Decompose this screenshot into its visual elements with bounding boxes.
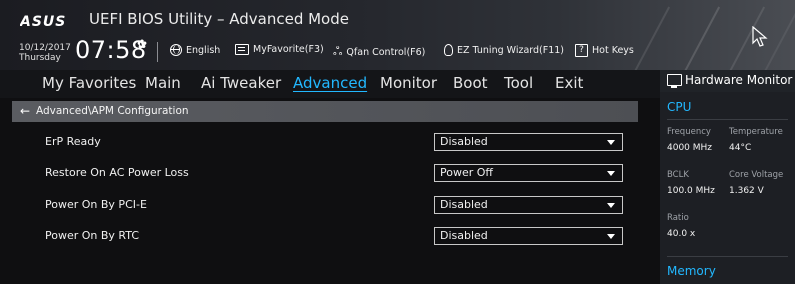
my-favorite-button[interactable]: MyFavorite(F3) bbox=[235, 44, 324, 55]
divider bbox=[667, 119, 788, 120]
my-favorite-label: MyFavorite(F3) bbox=[253, 44, 324, 55]
back-arrow-icon[interactable]: ← bbox=[20, 101, 30, 122]
tab-boot[interactable]: Boot bbox=[453, 74, 488, 92]
core-voltage-label: Core Voltage bbox=[729, 170, 784, 180]
my-favorite-icon bbox=[235, 44, 249, 55]
breadcrumb[interactable]: ← Advanced\APM Configuration bbox=[12, 101, 638, 122]
restore-ac-power-loss-dropdown[interactable]: Power Off bbox=[434, 164, 623, 182]
language-label: English bbox=[186, 44, 221, 56]
chevron-down-icon bbox=[607, 203, 615, 208]
clock: 07:58 bbox=[75, 36, 147, 64]
hot-keys-label: Hot Keys bbox=[592, 45, 634, 56]
lightbulb-icon bbox=[444, 44, 453, 56]
frequency-label: Frequency bbox=[667, 127, 711, 137]
header-decoration bbox=[611, 6, 671, 70]
setting-label: Power On By RTC bbox=[45, 229, 140, 242]
hardware-monitor-header: Hardware Monitor bbox=[660, 70, 795, 92]
setting-label: Restore On AC Power Loss bbox=[45, 166, 189, 179]
qfan-control-label: Qfan Control(F6) bbox=[346, 46, 426, 58]
ez-tuning-wizard-button[interactable]: EZ Tuning Wizard(F11) bbox=[444, 44, 564, 56]
cpu-heading: CPU bbox=[667, 100, 692, 114]
erp-ready-dropdown[interactable]: Disabled bbox=[434, 133, 623, 151]
breadcrumb-text: Advanced\APM Configuration bbox=[36, 105, 189, 117]
power-on-rtc-dropdown[interactable]: Disabled bbox=[434, 227, 623, 245]
fan-icon: ஃ bbox=[333, 44, 343, 58]
svg-text:ASUS: ASUS bbox=[20, 14, 66, 29]
setting-row-restore-ac-power-loss: Restore On AC Power Loss Power Off bbox=[45, 164, 640, 184]
memory-heading: Memory bbox=[667, 264, 716, 278]
mouse-cursor-icon bbox=[752, 26, 768, 47]
divider bbox=[667, 256, 788, 257]
header-decoration bbox=[661, 6, 721, 70]
bclk-value: 100.0 MHz bbox=[667, 186, 715, 196]
dropdown-value: Power Off bbox=[440, 166, 493, 179]
chevron-down-icon bbox=[607, 171, 615, 176]
tab-ai-tweaker[interactable]: Ai Tweaker bbox=[201, 74, 281, 92]
main-menu-bar: My Favorites Main Ai Tweaker Advanced Mo… bbox=[0, 70, 660, 98]
globe-icon bbox=[170, 44, 182, 56]
ratio-value: 40.0 x bbox=[667, 229, 696, 239]
setting-row-power-on-pcie: Power On By PCI-E Disabled bbox=[45, 196, 640, 216]
tab-main[interactable]: Main bbox=[145, 74, 181, 92]
date-text: 10/12/2017 bbox=[19, 43, 71, 53]
setting-row-power-on-rtc: Power On By RTC Disabled bbox=[45, 227, 640, 247]
bclk-label: BCLK bbox=[667, 170, 689, 180]
tab-advanced[interactable]: Advanced bbox=[293, 74, 367, 92]
setting-label: Power On By PCI-E bbox=[45, 198, 147, 211]
temperature-value: 44°C bbox=[729, 143, 752, 153]
dropdown-value: Disabled bbox=[440, 135, 488, 148]
hot-keys-button[interactable]: ? Hot Keys bbox=[575, 44, 634, 57]
settings-panel: ← Advanced\APM Configuration ErP Ready D… bbox=[0, 98, 660, 284]
question-icon: ? bbox=[575, 44, 588, 57]
divider bbox=[157, 42, 158, 62]
asus-logo: ASUS bbox=[20, 14, 66, 29]
temperature-label: Temperature bbox=[729, 127, 783, 137]
ratio-label: Ratio bbox=[667, 213, 689, 223]
app-title: UEFI BIOS Utility – Advanced Mode bbox=[89, 10, 349, 28]
language-button[interactable]: English bbox=[170, 44, 220, 56]
tab-exit[interactable]: Exit bbox=[555, 74, 583, 92]
clock-settings-icon[interactable]: ✿ bbox=[137, 37, 147, 51]
dropdown-value: Disabled bbox=[440, 229, 488, 242]
core-voltage-value: 1.362 V bbox=[729, 186, 764, 196]
tab-monitor[interactable]: Monitor bbox=[380, 74, 437, 92]
title-bar: ASUS UEFI BIOS Utility – Advanced Mode 1… bbox=[0, 0, 795, 70]
frequency-value: 4000 MHz bbox=[667, 143, 713, 153]
monitor-icon bbox=[667, 74, 682, 88]
tab-my-favorites[interactable]: My Favorites bbox=[42, 74, 136, 92]
date-display: 10/12/2017 Thursday bbox=[19, 43, 71, 63]
ez-tuning-wizard-label: EZ Tuning Wizard(F11) bbox=[457, 44, 565, 56]
qfan-control-button[interactable]: ஃ Qfan Control(F6) bbox=[333, 44, 425, 60]
tab-tool[interactable]: Tool bbox=[504, 74, 533, 92]
hardware-monitor-title: Hardware Monitor bbox=[685, 73, 793, 87]
chevron-down-icon bbox=[607, 140, 615, 145]
power-on-pcie-dropdown[interactable]: Disabled bbox=[434, 196, 623, 214]
setting-row-erp-ready: ErP Ready Disabled bbox=[45, 133, 640, 153]
day-text: Thursday bbox=[19, 53, 61, 63]
chevron-down-icon bbox=[607, 234, 615, 239]
hardware-monitor-panel: Hardware Monitor CPU Frequency Temperatu… bbox=[660, 70, 795, 284]
dropdown-value: Disabled bbox=[440, 198, 488, 211]
setting-label: ErP Ready bbox=[45, 135, 101, 148]
